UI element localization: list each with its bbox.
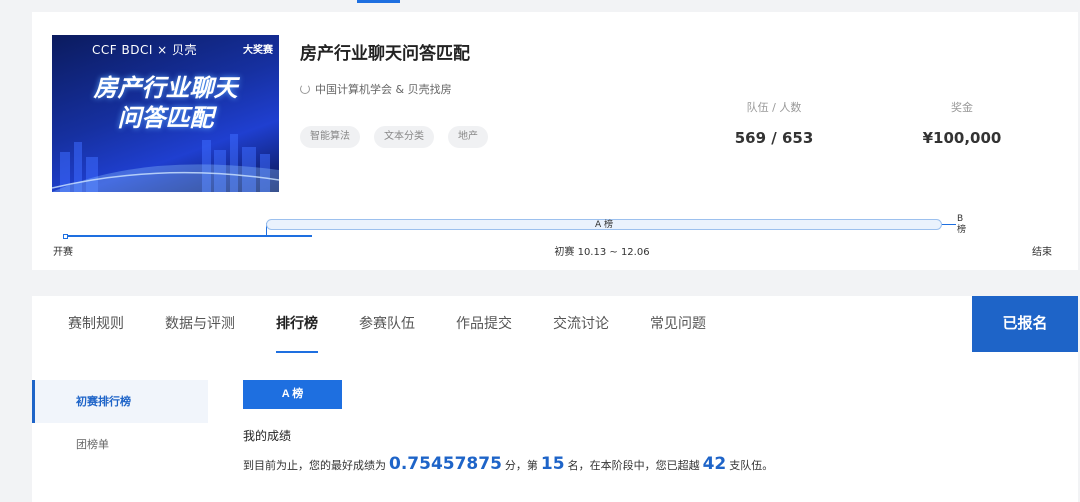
competition-tags: 智能算法 文本分类 地产 [300,126,488,148]
tab-leaderboard[interactable]: 排行榜 [276,296,318,353]
teams-stat: 队伍 / 人数 569 / 653 [734,101,814,147]
surpassed-count: 42 [702,454,727,474]
best-score: 0.75457875 [389,454,502,474]
sidenav-item-preliminary[interactable]: 初赛排行榜 [32,380,208,423]
tab-faq[interactable]: 常见问题 [650,296,706,353]
banner-badge: 大奖赛 [243,45,273,56]
banner-logo: CCF BDCI × 贝壳 [92,43,198,57]
competition-content: 赛制规则 数据与评测 排行榜 参赛队伍 作品提交 交流讨论 常见问题 已报名 初… [32,296,1078,502]
tab-teams[interactable]: 参赛队伍 [359,296,415,353]
signed-up-button[interactable]: 已报名 [972,296,1078,352]
tag[interactable]: 文本分类 [374,126,434,148]
competition-title: 房产行业聊天问答匹配 [300,44,470,64]
organizer-icon [300,84,310,94]
top-tab-indicator [357,0,400,3]
timeline-stage-label: 初赛 10.13 ~ 12.06 [554,247,650,258]
rank: 15 [540,454,565,474]
prize-stat: 奖金 ¥100,000 [922,101,1002,147]
tab-submission[interactable]: 作品提交 [456,296,512,353]
tab-bar: 赛制规则 数据与评测 排行榜 参赛队伍 作品提交 交流讨论 常见问题 [68,296,747,353]
tab-data-evaluation[interactable]: 数据与评测 [165,296,235,353]
timeline-start-marker [63,234,68,239]
my-score-summary: 到目前为止，您的最好成绩为 0.75457875 分，第 15 名，在本阶段中，您已超越… [243,454,774,474]
leaderboard-sidenav: 初赛排行榜 团榜单 [32,380,208,466]
competition-header: CCF BDCI × 贝壳 大奖赛 房产行业聊天 问答匹配 房产行业聊天问答匹配… [32,12,1078,270]
timeline-b-connector [942,224,956,225]
timeline-a-board: A 榜 [266,219,942,230]
city-skyline-illustration [52,134,279,192]
tab-rules[interactable]: 赛制规则 [68,296,124,353]
timeline-progress [64,235,312,237]
a-board-button[interactable]: A 榜 [243,380,342,409]
sidenav-item-team[interactable]: 团榜单 [32,423,208,466]
tag[interactable]: 地产 [448,126,488,148]
organizer: 中国计算机学会 & 贝壳找房 [300,81,452,97]
timeline-b-board: B 榜 [957,214,967,235]
tab-discussion[interactable]: 交流讨论 [553,296,609,353]
competition-banner: CCF BDCI × 贝壳 大奖赛 房产行业聊天 问答匹配 [52,35,279,192]
timeline-end-label: 结束 [1032,247,1052,258]
competition-timeline: A 榜 B 榜 开赛 初赛 10.13 ~ 12.06 结束 [32,207,1078,267]
my-score-title: 我的成绩 [243,429,292,443]
tag[interactable]: 智能算法 [300,126,360,148]
